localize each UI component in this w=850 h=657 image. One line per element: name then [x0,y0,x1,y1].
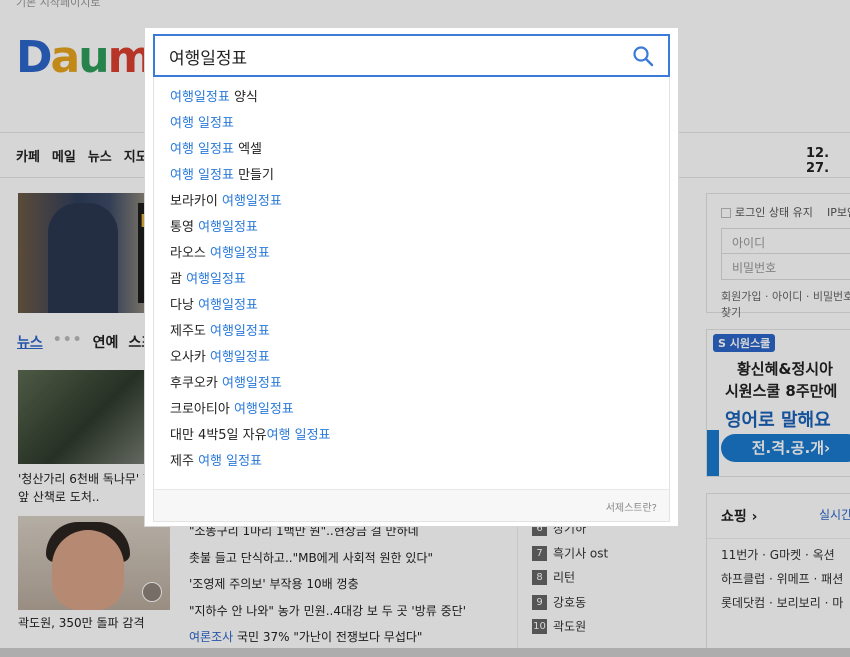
suggestion-panel: 여행일정표 양식 여행 일정표 여행 일정표 엑셀 여행 일정표 만들기 보라카… [153,77,670,522]
suggestion-footer: 서제스트란? [154,489,669,521]
suggestion-item[interactable]: 여행 일정표 [154,111,669,137]
suggestion-item[interactable]: 후쿠오카 여행일정표 [154,371,669,397]
search-icon[interactable] [632,45,654,67]
suggestion-item[interactable]: 여행 일정표 엑셀 [154,137,669,163]
suggestion-item[interactable]: 통영 여행일정표 [154,215,669,241]
suggestion-item[interactable]: 대만 4박5일 자유여행 일정표 [154,423,669,449]
suggestion-item[interactable]: 여행일정표 양식 [154,85,669,111]
suggestion-item[interactable]: 라오스 여행일정표 [154,241,669,267]
page: 기본 시작페이지로 Daum 카페 메일 뉴스 지도 12. 27. N F 뉴… [0,0,850,657]
suggestion-item[interactable]: 제주 여행 일정표 [154,449,669,475]
search-input[interactable] [169,45,609,67]
search-box [153,34,670,77]
suggestion-item[interactable]: 크로아티아 여행일정표 [154,397,669,423]
suggestion-item[interactable]: 괌 여행일정표 [154,267,669,293]
suggestion-item[interactable]: 제주도 여행일정표 [154,319,669,345]
suggestion-item[interactable]: 오사카 여행일정표 [154,345,669,371]
suggest-help-link[interactable]: 서제스트란? [606,499,657,514]
suggestion-item[interactable]: 보라카이 여행일정표 [154,189,669,215]
suggestion-list: 여행일정표 양식 여행 일정표 여행 일정표 엑셀 여행 일정표 만들기 보라카… [154,77,669,475]
suggestion-item[interactable]: 여행 일정표 만들기 [154,163,669,189]
search-suggest-popup: 여행일정표 양식 여행 일정표 여행 일정표 엑셀 여행 일정표 만들기 보라카… [144,27,679,527]
suggestion-item[interactable]: 다낭 여행일정표 [154,293,669,319]
